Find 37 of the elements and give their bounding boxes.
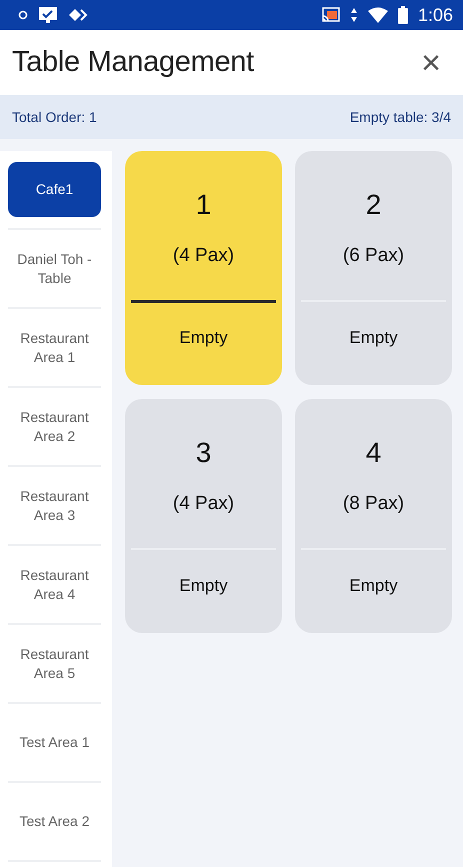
area-tab[interactable]: Test Area 2 bbox=[8, 808, 101, 835]
table-number: 4 bbox=[366, 437, 382, 469]
table-capacity: (4 Pax) bbox=[172, 493, 234, 515]
clock-time: 1:06 bbox=[418, 4, 453, 26]
page-title: Table Management bbox=[12, 46, 254, 79]
data-arrows-icon bbox=[350, 7, 358, 23]
table-capacity: (4 Pax) bbox=[172, 245, 234, 267]
area-tab[interactable]: Restaurant Area 4 bbox=[8, 562, 101, 608]
monitor-check-icon bbox=[38, 6, 58, 24]
table-status: Empty bbox=[179, 328, 228, 348]
area-tab[interactable]: Restaurant Area 5 bbox=[8, 640, 101, 686]
area-tab[interactable]: Restaurant Area 1 bbox=[8, 324, 101, 370]
table-card[interactable]: 4 (8 Pax) Empty bbox=[295, 399, 452, 633]
area-tab[interactable]: Cafe1 bbox=[8, 162, 101, 217]
app-notification-icon bbox=[18, 10, 28, 20]
table-number: 3 bbox=[196, 437, 212, 469]
diamond-arrow-icon bbox=[68, 8, 88, 22]
table-card[interactable]: 1 (4 Pax) Empty bbox=[125, 151, 282, 385]
cast-icon bbox=[322, 7, 340, 23]
area-tab[interactable]: Daniel Toh - Table bbox=[8, 246, 101, 292]
table-card[interactable]: 2 (6 Pax) Empty bbox=[295, 151, 452, 385]
total-order-count: Total Order: 1 bbox=[12, 109, 97, 125]
table-capacity: (6 Pax) bbox=[342, 245, 404, 267]
table-number: 2 bbox=[366, 189, 382, 221]
table-status: Empty bbox=[349, 576, 398, 596]
table-card[interactable]: 3 (4 Pax) Empty bbox=[125, 399, 282, 633]
area-tab[interactable]: Restaurant Area 3 bbox=[8, 482, 101, 528]
area-tab[interactable]: Test Area 1 bbox=[8, 729, 101, 756]
close-button[interactable]: × bbox=[419, 46, 443, 80]
table-status: Empty bbox=[349, 328, 398, 348]
wifi-icon bbox=[368, 7, 388, 23]
empty-table-count: Empty table: 3/4 bbox=[350, 109, 451, 125]
battery-icon bbox=[398, 6, 408, 24]
table-capacity: (8 Pax) bbox=[342, 493, 404, 515]
area-tab[interactable]: Restaurant Area 2 bbox=[8, 404, 101, 450]
table-number: 1 bbox=[196, 189, 212, 221]
table-status: Empty bbox=[179, 576, 228, 596]
